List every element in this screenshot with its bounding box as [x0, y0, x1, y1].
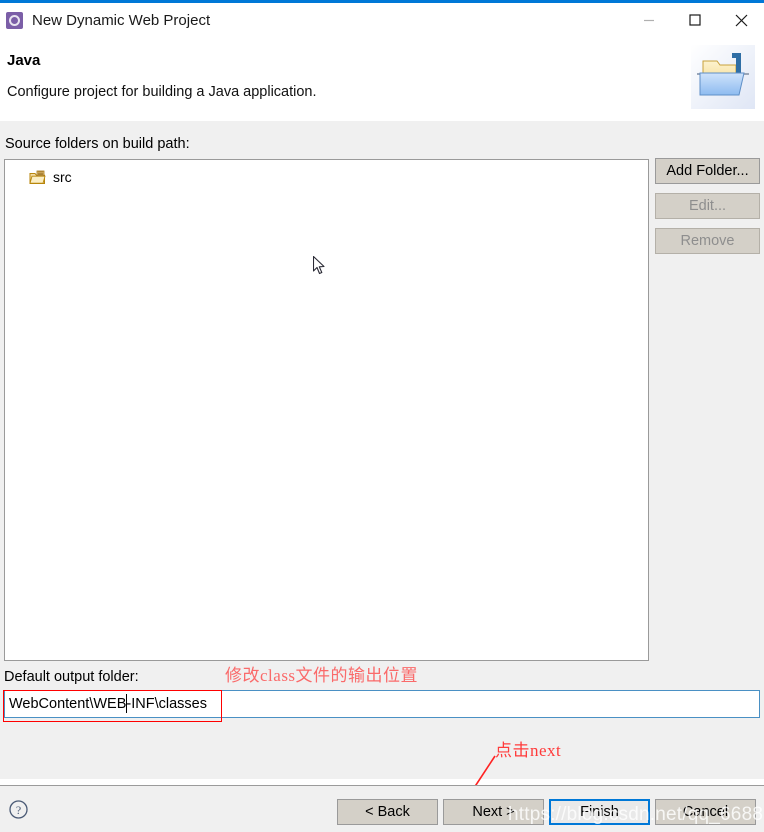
title-bar: New Dynamic Web Project	[0, 3, 764, 37]
dialog-footer: ? < Back Next > Finish Cancel	[0, 786, 764, 832]
cancel-button[interactable]: Cancel	[655, 799, 756, 825]
window-controls	[626, 3, 764, 37]
add-folder-button[interactable]: Add Folder...	[655, 158, 760, 184]
new-dynamic-web-project-dialog: New Dynamic Web Project Java Configure p…	[0, 0, 764, 832]
source-folder-icon	[29, 170, 46, 185]
list-item-label: src	[53, 169, 72, 185]
remove-folder-button: Remove	[655, 228, 760, 254]
page-title: Java	[7, 52, 41, 69]
default-output-folder-label: Default output folder:	[4, 669, 139, 685]
wizard-banner: Java Configure project for building a Ja…	[0, 37, 764, 121]
default-output-folder-field-wrap	[4, 690, 760, 718]
dialog-buttons: < Back Next > Finish Cancel	[337, 799, 756, 825]
next-button[interactable]: Next >	[443, 799, 544, 825]
list-item[interactable]: src	[5, 166, 648, 188]
help-icon[interactable]: ?	[9, 800, 28, 819]
java-folder-icon	[691, 45, 755, 109]
default-output-folder-input[interactable]	[4, 690, 760, 718]
maximize-icon[interactable]	[672, 3, 718, 37]
minimize-icon[interactable]	[626, 3, 672, 37]
svg-text:?: ?	[16, 803, 21, 817]
folder-action-buttons: Add Folder... Edit... Remove	[655, 158, 760, 263]
source-folders-list[interactable]: src	[4, 159, 649, 661]
edit-folder-button: Edit...	[655, 193, 760, 219]
window-title: New Dynamic Web Project	[32, 11, 211, 29]
page-description: Configure project for building a Java ap…	[7, 84, 317, 100]
text-caret	[126, 694, 127, 713]
finish-button[interactable]: Finish	[549, 799, 650, 825]
close-icon[interactable]	[718, 3, 764, 37]
wizard-gear-icon	[6, 11, 23, 29]
source-folders-label: Source folders on build path:	[5, 136, 190, 152]
content-area: Source folders on build path: src Add Fo…	[0, 121, 764, 779]
back-button[interactable]: < Back	[337, 799, 438, 825]
